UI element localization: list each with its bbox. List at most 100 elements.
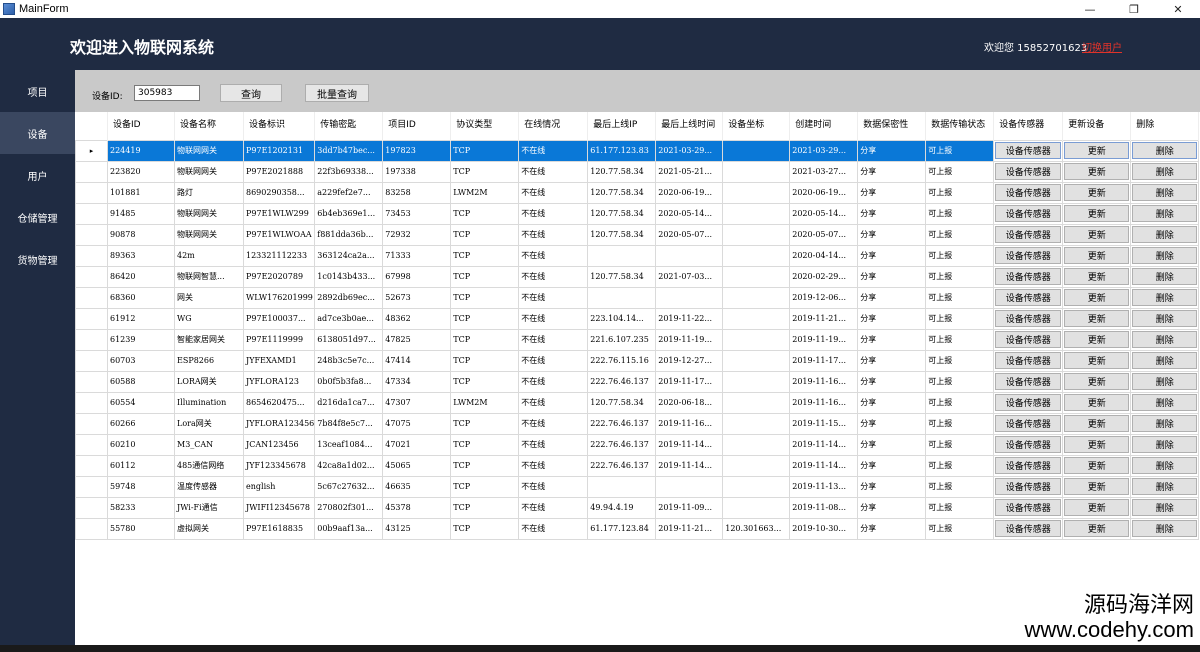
update-button[interactable]: 更新 bbox=[1064, 352, 1130, 369]
column-header[interactable]: 更新设备 bbox=[1062, 112, 1132, 140]
delete-button[interactable]: 删除 bbox=[1132, 184, 1198, 201]
column-header[interactable]: 删除 bbox=[1130, 112, 1200, 140]
sensor-button[interactable]: 设备传感器 bbox=[995, 163, 1062, 180]
device-id-input[interactable]: 305983 bbox=[134, 85, 200, 101]
minimize-icon[interactable]: — bbox=[1068, 0, 1112, 18]
column-header[interactable]: 创建时间 bbox=[789, 112, 859, 140]
row-selector[interactable] bbox=[75, 454, 108, 477]
update-button[interactable]: 更新 bbox=[1064, 394, 1130, 411]
batch-query-button[interactable]: 批量查询 bbox=[305, 84, 369, 102]
table-row[interactable]: 60266 Lora网关 JYFLORA123456 7b84f8e5c7... 470… bbox=[75, 412, 1200, 435]
delete-button[interactable]: 删除 bbox=[1132, 142, 1198, 159]
sensor-button[interactable]: 设备传感器 bbox=[995, 478, 1062, 495]
delete-button[interactable]: 删除 bbox=[1132, 247, 1198, 264]
delete-button[interactable]: 删除 bbox=[1132, 520, 1198, 537]
table-row[interactable]: ▸ 224419 物联网网关 P97E1202131 3dd7b47bec... 1978… bbox=[75, 139, 1200, 162]
update-button[interactable]: 更新 bbox=[1064, 268, 1130, 285]
delete-button[interactable]: 删除 bbox=[1132, 415, 1198, 432]
update-button[interactable]: 更新 bbox=[1064, 226, 1130, 243]
table-row[interactable]: 91485 物联网网关 P97E1WLW299 6b4eb369e1... 73453 T… bbox=[75, 202, 1200, 225]
sensor-button[interactable]: 设备传感器 bbox=[995, 520, 1062, 537]
sensor-button[interactable]: 设备传感器 bbox=[995, 310, 1062, 327]
sidebar-item-user[interactable]: 用户 bbox=[0, 154, 75, 196]
sensor-button[interactable]: 设备传感器 bbox=[995, 499, 1062, 516]
column-header[interactable]: 设备名称 bbox=[174, 112, 244, 140]
column-header[interactable]: 数据保密性 bbox=[857, 112, 927, 140]
column-header[interactable]: 协议类型 bbox=[450, 112, 520, 140]
column-header[interactable]: 设备标识 bbox=[243, 112, 316, 140]
row-selector[interactable] bbox=[75, 244, 108, 267]
sidebar-item-goods[interactable]: 货物管理 bbox=[0, 238, 75, 280]
column-header[interactable]: 最后上线时间 bbox=[655, 112, 724, 140]
sensor-button[interactable]: 设备传感器 bbox=[995, 142, 1062, 159]
row-selector[interactable] bbox=[75, 181, 108, 204]
row-selector[interactable] bbox=[75, 496, 108, 519]
sidebar-item-warehouse[interactable]: 仓储管理 bbox=[0, 196, 75, 238]
sensor-button[interactable]: 设备传感器 bbox=[995, 373, 1062, 390]
sensor-button[interactable]: 设备传感器 bbox=[995, 247, 1062, 264]
update-button[interactable]: 更新 bbox=[1064, 184, 1130, 201]
row-selector[interactable] bbox=[75, 433, 108, 456]
update-button[interactable]: 更新 bbox=[1064, 373, 1130, 390]
row-selector[interactable] bbox=[75, 517, 108, 540]
row-selector[interactable] bbox=[75, 202, 108, 225]
sidebar-item-project[interactable]: 项目 bbox=[0, 70, 75, 112]
table-row[interactable]: 61239 智能家居网关 P97E1119999 6138051d97... 47825… bbox=[75, 328, 1200, 351]
update-button[interactable]: 更新 bbox=[1064, 520, 1130, 537]
update-button[interactable]: 更新 bbox=[1064, 289, 1130, 306]
switch-user-link[interactable]: 切换用户 bbox=[1082, 39, 1122, 54]
sensor-button[interactable]: 设备传感器 bbox=[995, 205, 1062, 222]
table-row[interactable]: 60703 ESP8266 JYFEXAMD1 248b3c5e7c... 47414 T… bbox=[75, 349, 1200, 372]
column-header[interactable]: 数据传输状态 bbox=[925, 112, 995, 140]
sensor-button[interactable]: 设备传感器 bbox=[995, 415, 1062, 432]
row-selector[interactable] bbox=[75, 223, 108, 246]
row-selector[interactable] bbox=[75, 475, 108, 498]
table-row[interactable]: 223820 物联网网关 P97E2021888 22f3b69338... 19733… bbox=[75, 160, 1200, 183]
update-button[interactable]: 更新 bbox=[1064, 499, 1130, 516]
column-header[interactable]: 传输密匙 bbox=[314, 112, 384, 140]
query-button[interactable]: 查询 bbox=[220, 84, 282, 102]
row-selector[interactable] bbox=[75, 328, 108, 351]
delete-button[interactable]: 删除 bbox=[1132, 163, 1198, 180]
table-row[interactable]: 58233 JWi-Fi通信 JWIFI12345678 270802f301... 4… bbox=[75, 496, 1200, 519]
column-header[interactable]: 设备传感器 bbox=[993, 112, 1064, 140]
sensor-button[interactable]: 设备传感器 bbox=[995, 394, 1062, 411]
update-button[interactable]: 更新 bbox=[1064, 478, 1130, 495]
column-header[interactable]: 设备坐标 bbox=[722, 112, 791, 140]
sensor-button[interactable]: 设备传感器 bbox=[995, 331, 1062, 348]
column-header[interactable]: 设备ID bbox=[107, 112, 175, 140]
sidebar-item-device[interactable]: 设备 bbox=[0, 112, 75, 154]
delete-button[interactable]: 删除 bbox=[1132, 289, 1198, 306]
update-button[interactable]: 更新 bbox=[1064, 457, 1130, 474]
table-row[interactable]: 60554 Illumination 8654620475... d216da1ca7… bbox=[75, 391, 1200, 414]
update-button[interactable]: 更新 bbox=[1064, 163, 1130, 180]
delete-button[interactable]: 删除 bbox=[1132, 205, 1198, 222]
delete-button[interactable]: 删除 bbox=[1132, 331, 1198, 348]
sensor-button[interactable]: 设备传感器 bbox=[995, 184, 1062, 201]
table-row[interactable]: 60112 485通信网络 JYF123345678 42ca8a1d02... 450… bbox=[75, 454, 1200, 477]
row-selector[interactable] bbox=[75, 370, 108, 393]
maximize-icon[interactable]: ❐ bbox=[1112, 0, 1156, 18]
update-button[interactable]: 更新 bbox=[1064, 331, 1130, 348]
update-button[interactable]: 更新 bbox=[1064, 436, 1130, 453]
delete-button[interactable]: 删除 bbox=[1132, 499, 1198, 516]
column-header[interactable]: 在线情况 bbox=[518, 112, 589, 140]
row-selector[interactable]: ▸ bbox=[75, 139, 108, 162]
column-header[interactable]: 项目ID bbox=[382, 112, 452, 140]
sensor-button[interactable]: 设备传感器 bbox=[995, 289, 1062, 306]
table-row[interactable]: 101881 路灯 8690290358... a229fef2e7... 83258 L… bbox=[75, 181, 1200, 204]
close-icon[interactable]: ✕ bbox=[1156, 0, 1200, 18]
delete-button[interactable]: 删除 bbox=[1132, 373, 1198, 390]
delete-button[interactable]: 删除 bbox=[1132, 310, 1198, 327]
sensor-button[interactable]: 设备传感器 bbox=[995, 457, 1062, 474]
delete-button[interactable]: 删除 bbox=[1132, 268, 1198, 285]
sensor-button[interactable]: 设备传感器 bbox=[995, 268, 1062, 285]
row-selector[interactable] bbox=[75, 307, 108, 330]
table-row[interactable]: 86420 物联网智慧... P97E2020789 1c0143b433... 679… bbox=[75, 265, 1200, 288]
row-selector[interactable] bbox=[75, 160, 108, 183]
delete-button[interactable]: 删除 bbox=[1132, 394, 1198, 411]
update-button[interactable]: 更新 bbox=[1064, 142, 1130, 159]
table-row[interactable]: 60210 M3_CAN JCAN123456 13ceaf1084... 47021 T… bbox=[75, 433, 1200, 456]
delete-button[interactable]: 删除 bbox=[1132, 352, 1198, 369]
table-row[interactable]: 90878 物联网网关 P97E1WLWOAA f881dda36b... 72932 T… bbox=[75, 223, 1200, 246]
